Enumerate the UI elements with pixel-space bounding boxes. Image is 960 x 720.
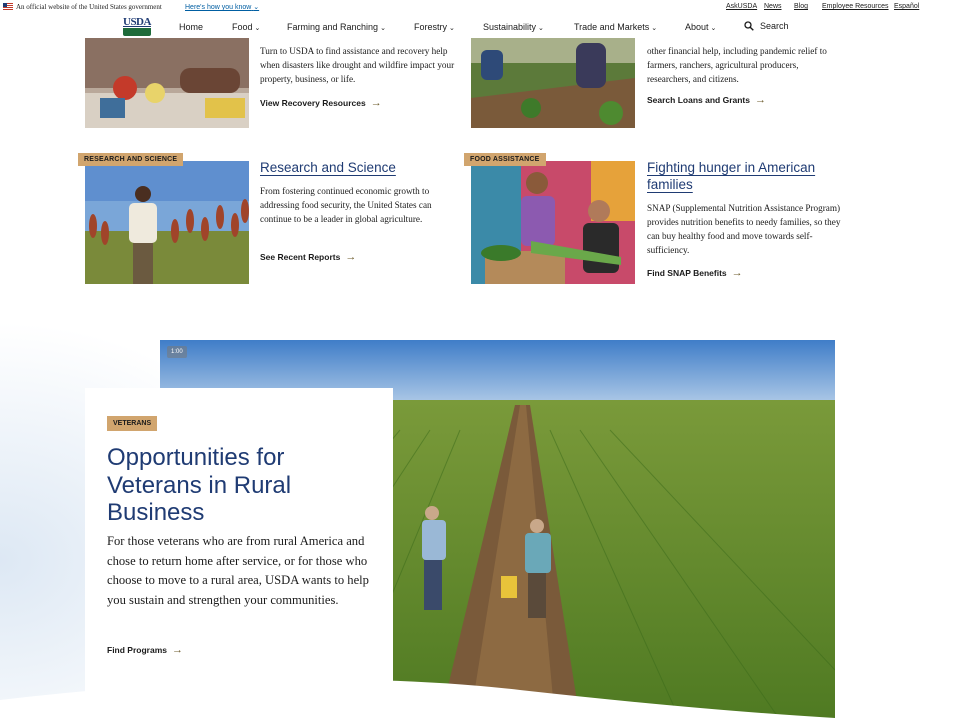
research-card-text: From fostering continued economic growth…: [260, 186, 432, 224]
research-card-image: [85, 161, 249, 284]
blog-link[interactable]: Blog: [794, 3, 808, 10]
us-flag-icon: [3, 3, 13, 10]
chevron-down-icon: ⌄: [253, 4, 260, 11]
recovery-card-text: Turn to USDA to find assistance and reco…: [260, 46, 455, 84]
hero-title: Opportunities for Veterans in Rural Busi…: [107, 444, 292, 526]
arrow-right-icon: →: [345, 251, 357, 263]
chevron-down-icon: ⌄: [651, 25, 658, 32]
loans-card-image: [471, 38, 635, 128]
nav-farming-ranching[interactable]: Farming and Ranching ⌄: [287, 22, 386, 32]
usda-logo[interactable]: USDA: [123, 16, 151, 36]
askusda-link[interactable]: AskUSDA: [726, 3, 757, 10]
nav-food[interactable]: Food ⌄: [232, 22, 260, 32]
search-loans-grants-link[interactable]: Search Loans and Grants →: [647, 94, 766, 106]
arrow-right-icon: →: [171, 644, 183, 656]
arrow-right-icon: →: [370, 97, 382, 109]
search-button[interactable]: Search: [744, 21, 789, 31]
arrow-right-icon: →: [731, 267, 743, 279]
loans-card-text: other financial help, including pandemic…: [647, 46, 827, 84]
espanol-link[interactable]: Español: [894, 3, 919, 10]
nav-sustainability[interactable]: Sustainability ⌄: [483, 22, 544, 32]
nav-trade-markets[interactable]: Trade and Markets ⌄: [574, 22, 657, 32]
logo-wave-icon: [123, 28, 151, 36]
nav-forestry[interactable]: Forestry ⌄: [414, 22, 455, 32]
employee-resources-link[interactable]: Employee Resources: [822, 3, 889, 10]
find-snap-benefits-link[interactable]: Find SNAP Benefits →: [647, 267, 743, 279]
how-you-know-link[interactable]: Here's how you know ⌄: [185, 3, 259, 11]
chevron-down-icon: ⌄: [380, 25, 386, 32]
fighting-hunger-title-link[interactable]: Fighting hunger in American families: [647, 159, 837, 193]
research-science-tag: RESEARCH AND SCIENCE: [78, 153, 184, 166]
chevron-down-icon: ⌄: [710, 25, 717, 32]
hero-body: For those veterans who are from rural Am…: [107, 534, 369, 607]
chevron-down-icon: ⌄: [254, 25, 261, 32]
chevron-down-icon: ⌄: [449, 25, 455, 32]
arrow-right-icon: →: [754, 94, 766, 106]
search-icon: [744, 21, 754, 31]
chevron-down-icon: ⌄: [538, 25, 544, 32]
food-card-text: SNAP (Supplemental Nutrition Assistance …: [647, 203, 841, 255]
research-science-title-link[interactable]: Research and Science: [260, 159, 460, 176]
veterans-tag: VETERANS: [107, 416, 158, 431]
main-nav: USDA Home Food ⌄ Farming and Ranching ⌄ Fo…: [0, 14, 960, 38]
gov-banner: An official website of the United States…: [0, 0, 960, 14]
see-recent-reports-link[interactable]: See Recent Reports →: [260, 251, 356, 263]
recovery-card-image: [85, 38, 249, 128]
view-recovery-resources-link[interactable]: View Recovery Resources →: [260, 97, 382, 109]
nav-about[interactable]: About ⌄: [685, 22, 716, 32]
food-card-image: [471, 161, 635, 284]
news-link[interactable]: News: [764, 3, 782, 10]
nav-home[interactable]: Home: [179, 22, 203, 32]
food-assistance-tag: FOOD ASSISTANCE: [464, 153, 546, 166]
official-site-text: An official website of the United States…: [16, 3, 162, 11]
video-duration: 1:00: [167, 346, 187, 358]
bottom-wave-divider: [0, 679, 835, 720]
find-programs-link[interactable]: Find Programs →: [107, 644, 183, 656]
